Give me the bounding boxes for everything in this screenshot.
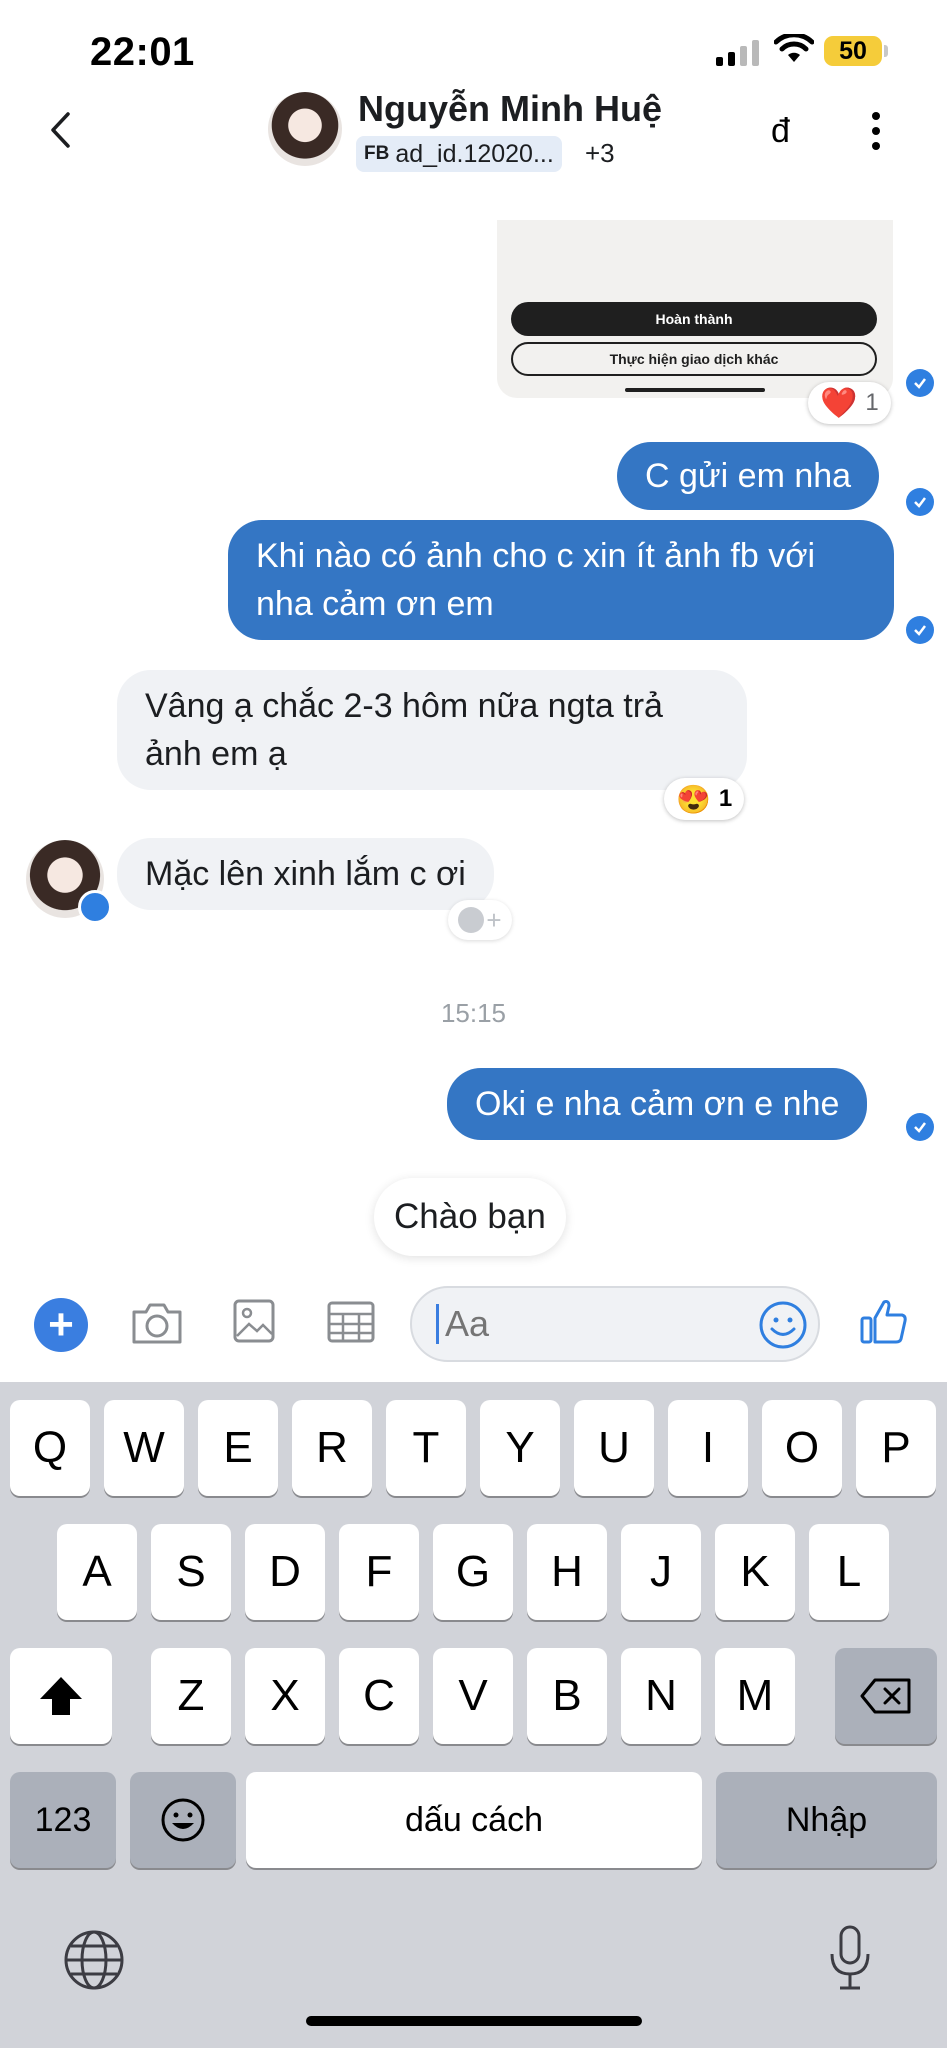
- microphone-icon[interactable]: [826, 1924, 874, 1994]
- key-b[interactable]: B: [527, 1648, 607, 1744]
- reaction-count: 1: [718, 785, 733, 812]
- image-secondary-button: Thực hiện giao dịch khác: [511, 342, 877, 376]
- seen-check-icon: [906, 616, 934, 644]
- battery-icon: 50: [824, 36, 882, 66]
- key-t[interactable]: T: [386, 1400, 466, 1496]
- camera-icon[interactable]: [130, 1300, 184, 1346]
- emoji-key[interactable]: [130, 1772, 236, 1868]
- seen-check-icon: [906, 488, 934, 516]
- key-y[interactable]: Y: [480, 1400, 560, 1496]
- add-reaction-button[interactable]: +: [448, 900, 512, 940]
- key-z[interactable]: Z: [151, 1648, 231, 1744]
- key-e[interactable]: E: [198, 1400, 278, 1496]
- emoji-icon[interactable]: [758, 1300, 808, 1350]
- key-l[interactable]: L: [809, 1524, 889, 1620]
- gallery-icon[interactable]: [232, 1298, 276, 1344]
- tag-label: ad_id.12020...: [395, 139, 554, 168]
- contact-avatar[interactable]: [268, 92, 342, 166]
- more-options-icon[interactable]: [872, 112, 880, 150]
- contact-tag[interactable]: FB ad_id.12020...: [356, 136, 562, 172]
- messenger-icon: [78, 890, 112, 924]
- key-w[interactable]: W: [104, 1400, 184, 1496]
- time-separator: 15:15: [440, 998, 507, 1028]
- delete-key[interactable]: [835, 1648, 937, 1744]
- heart-eyes-icon: 😍: [676, 783, 711, 815]
- backspace-icon: [860, 1678, 911, 1714]
- numbers-key[interactable]: 123: [10, 1772, 116, 1868]
- key-q[interactable]: Q: [10, 1400, 90, 1496]
- key-v[interactable]: V: [433, 1648, 513, 1744]
- key-m[interactable]: M: [715, 1648, 795, 1744]
- tag-prefix: FB: [364, 143, 390, 164]
- key-n[interactable]: N: [621, 1648, 701, 1744]
- message-reaction[interactable]: ❤️ 1: [808, 382, 891, 424]
- wifi-icon: [774, 34, 814, 62]
- image-message[interactable]: Hoàn thành Thực hiện giao dịch khác: [497, 220, 893, 398]
- key-i[interactable]: I: [668, 1400, 748, 1496]
- key-j[interactable]: J: [621, 1524, 701, 1620]
- key-s[interactable]: S: [151, 1524, 231, 1620]
- space-key[interactable]: dấu cách: [246, 1772, 702, 1868]
- key-o[interactable]: O: [762, 1400, 842, 1496]
- key-x[interactable]: X: [245, 1648, 325, 1744]
- currency-icon[interactable]: đ: [771, 112, 790, 151]
- message-bubble-out[interactable]: C gửi em nha: [617, 442, 880, 510]
- key-u[interactable]: U: [574, 1400, 654, 1496]
- thumbs-up-icon[interactable]: [858, 1296, 910, 1348]
- status-time: 22:01: [90, 30, 195, 74]
- emoji-keyboard-icon: [161, 1798, 205, 1842]
- battery-tip: [884, 45, 888, 57]
- key-g[interactable]: G: [433, 1524, 513, 1620]
- shift-icon: [40, 1677, 82, 1715]
- message-bubble-in[interactable]: Mặc lên xinh lắm c ơi: [117, 838, 494, 910]
- key-a[interactable]: A: [57, 1524, 137, 1620]
- shift-key[interactable]: [10, 1648, 112, 1744]
- more-tags[interactable]: +3: [585, 138, 615, 169]
- table-icon[interactable]: [326, 1300, 376, 1344]
- key-k[interactable]: K: [715, 1524, 795, 1620]
- plus-icon[interactable]: +: [34, 1298, 88, 1352]
- key-f[interactable]: F: [339, 1524, 419, 1620]
- reaction-count: 1: [865, 389, 879, 416]
- key-p[interactable]: P: [856, 1400, 936, 1496]
- return-key[interactable]: Nhập: [716, 1772, 937, 1868]
- smiley-icon: [458, 907, 485, 933]
- message-input[interactable]: [439, 1302, 747, 1346]
- message-reaction[interactable]: 😍 1: [664, 778, 745, 820]
- back-icon[interactable]: [48, 110, 72, 150]
- key-d[interactable]: D: [245, 1524, 325, 1620]
- image-home-bar: [625, 388, 765, 392]
- contact-name[interactable]: Nguyễn Minh Huệ: [358, 88, 662, 130]
- seen-check-icon: [906, 1113, 934, 1141]
- key-c[interactable]: C: [339, 1648, 419, 1744]
- key-h[interactable]: H: [527, 1524, 607, 1620]
- message-bubble-in[interactable]: Vâng ạ chắc 2-3 hôm nữa ngta trả ảnh em …: [117, 670, 747, 790]
- home-indicator: [306, 2016, 642, 2026]
- heart-icon: ❤️: [820, 386, 858, 420]
- seen-check-icon: [906, 369, 934, 397]
- image-primary-button: Hoàn thành: [511, 302, 877, 336]
- key-r[interactable]: R: [292, 1400, 372, 1496]
- signal-icon: [716, 40, 759, 66]
- keyboard: Q W E R T Y U I O P A S D F G H J K L Z …: [0, 1382, 947, 2048]
- quick-reply-chip[interactable]: Chào bạn: [374, 1178, 566, 1256]
- globe-icon[interactable]: [62, 1928, 126, 1992]
- message-bubble-out[interactable]: Oki e nha cảm ơn e nhe: [447, 1068, 868, 1140]
- message-bubble-out[interactable]: Khi nào có ảnh cho c xin ít ảnh fb với n…: [228, 520, 894, 640]
